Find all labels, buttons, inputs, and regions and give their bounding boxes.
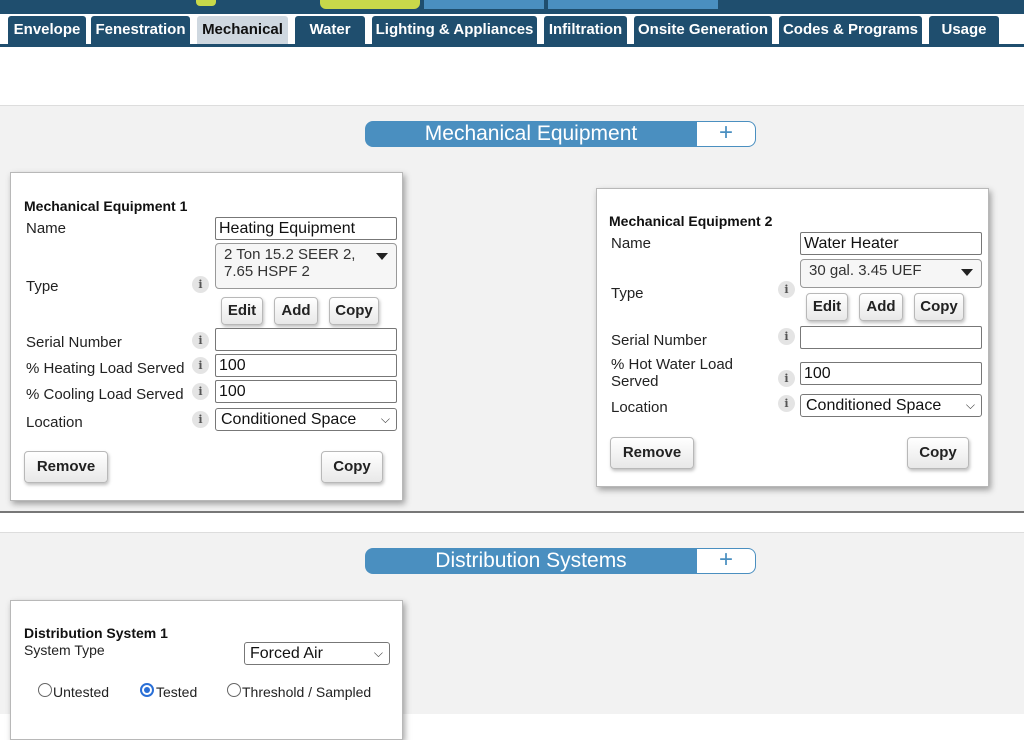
name-input[interactable]: Heating Equipment — [215, 217, 397, 240]
name-input[interactable]: Water Heater — [800, 232, 982, 255]
radio-threshold-sampled-label: Threshold / Sampled — [242, 684, 372, 700]
serial-number-label: Serial Number — [611, 332, 707, 349]
info-icon[interactable]: i — [778, 370, 795, 387]
info-icon[interactable]: i — [192, 332, 209, 349]
info-icon[interactable]: i — [192, 383, 209, 400]
location-label: Location — [611, 399, 668, 416]
mechanical-equipment-card-2: Mechanical Equipment 2 Name Water Heater… — [596, 188, 989, 487]
section-divider — [0, 511, 1024, 513]
mechanical-equipment-card-1: Mechanical Equipment 1 Name Heating Equi… — [10, 172, 403, 501]
chevron-down-icon: ⌵ — [965, 398, 975, 412]
header-step-indicator-3 — [548, 0, 718, 9]
serial-number-label: Serial Number — [26, 334, 122, 351]
info-icon[interactable]: i — [778, 328, 795, 345]
distribution-section-title: Distribution Systems — [435, 549, 627, 572]
add-mechanical-equipment-button[interactable]: + — [697, 121, 755, 146]
distribution-section-header: Distribution Systems + — [365, 548, 756, 574]
tab-usage[interactable]: Usage — [929, 16, 999, 44]
card-title: Mechanical Equipment 1 — [24, 198, 188, 214]
header-step-indicator-1 — [320, 0, 420, 9]
cooling-load-label: % Cooling Load Served — [26, 386, 184, 403]
tab-bar: Envelope Fenestration Mechanical Water L… — [0, 16, 1024, 46]
top-navigation: Envelope Fenestration Mechanical Water L… — [0, 0, 1024, 48]
info-icon[interactable]: i — [192, 357, 209, 374]
mechanical-section-title: Mechanical Equipment — [424, 122, 638, 145]
radio-untested[interactable] — [38, 683, 52, 697]
header-band — [0, 0, 1024, 14]
type-value-line-1: 2 Ton 15.2 SEER 2, — [224, 246, 356, 263]
cooling-load-input[interactable]: 100 — [215, 380, 397, 403]
radio-untested-label: Untested — [53, 684, 110, 700]
dropdown-arrow-icon — [376, 253, 388, 260]
info-icon[interactable]: i — [778, 395, 795, 412]
radio-tested[interactable] — [140, 683, 154, 697]
location-value: Conditioned Space — [221, 411, 357, 428]
tab-lighting-appliances[interactable]: Lighting & Appliances — [372, 16, 537, 44]
tab-infiltration[interactable]: Infiltration — [544, 16, 627, 44]
tab-underline — [0, 44, 1024, 47]
mechanical-section-header: Mechanical Equipment + — [365, 121, 756, 147]
card-title: Distribution System 1 — [24, 625, 168, 641]
type-value-line-2: 7.65 HSPF 2 — [224, 263, 310, 280]
tab-envelope[interactable]: Envelope — [8, 16, 86, 44]
copy-equipment-button[interactable]: Copy — [321, 451, 383, 483]
info-icon[interactable]: i — [192, 411, 209, 428]
location-value: Conditioned Space — [806, 397, 942, 414]
name-label: Name — [26, 220, 67, 237]
info-icon[interactable]: i — [778, 281, 795, 298]
remove-button[interactable]: Remove — [24, 451, 108, 483]
heating-load-label: % Heating Load Served — [26, 360, 185, 377]
serial-number-input[interactable] — [800, 326, 982, 349]
type-select[interactable]: 2 Ton 15.2 SEER 2, 7.65 HSPF 2 — [215, 243, 397, 289]
hot-water-load-label: % Hot Water Load Served — [611, 356, 733, 390]
tab-codes-programs[interactable]: Codes & Programs — [779, 16, 922, 44]
type-value: 30 gal. 3.45 UEF — [809, 262, 922, 279]
location-select[interactable]: Conditioned Space ⌵ — [800, 394, 982, 417]
add-type-button[interactable]: Add — [859, 293, 903, 321]
copy-type-button[interactable]: Copy — [914, 293, 964, 321]
serial-number-input[interactable] — [215, 328, 397, 351]
tab-water[interactable]: Water — [295, 16, 365, 44]
location-label: Location — [26, 414, 83, 431]
name-label: Name — [611, 235, 652, 252]
remove-button[interactable]: Remove — [610, 437, 694, 469]
dropdown-arrow-icon — [961, 269, 973, 276]
edit-type-button[interactable]: Edit — [221, 297, 263, 325]
distribution-system-card-1: Distribution System 1 System Type Forced… — [10, 600, 403, 740]
type-label: Type — [611, 285, 644, 302]
heating-load-input[interactable]: 100 — [215, 354, 397, 377]
header-step-indicator-2 — [424, 0, 544, 9]
location-select[interactable]: Conditioned Space ⌵ — [215, 408, 397, 431]
add-type-button[interactable]: Add — [274, 297, 318, 325]
tab-onsite-generation[interactable]: Onsite Generation — [634, 16, 772, 44]
hot-water-load-input[interactable]: 100 — [800, 362, 982, 385]
add-distribution-system-button[interactable]: + — [697, 548, 755, 573]
logo-fragment — [196, 0, 216, 6]
radio-threshold-sampled[interactable] — [227, 683, 241, 697]
system-type-select[interactable]: Forced Air ⌵ — [244, 642, 390, 665]
hot-water-label-line-1: % Hot Water Load — [611, 356, 733, 373]
copy-type-button[interactable]: Copy — [329, 297, 379, 325]
system-type-label: System Type — [24, 642, 105, 658]
card-title: Mechanical Equipment 2 — [609, 213, 773, 229]
copy-equipment-button[interactable]: Copy — [907, 437, 969, 469]
radio-tested-label: Tested — [156, 684, 198, 700]
type-select[interactable]: 30 gal. 3.45 UEF — [800, 259, 982, 288]
tab-mechanical[interactable]: Mechanical — [197, 16, 288, 44]
info-icon[interactable]: i — [192, 276, 209, 293]
chevron-down-icon: ⌵ — [380, 412, 390, 426]
system-type-value: Forced Air — [250, 645, 323, 662]
type-label: Type — [26, 278, 59, 295]
hot-water-label-line-2: Served — [611, 373, 659, 390]
tab-fenestration[interactable]: Fenestration — [91, 16, 190, 44]
chevron-down-icon: ⌵ — [373, 646, 383, 660]
edit-type-button[interactable]: Edit — [806, 293, 848, 321]
